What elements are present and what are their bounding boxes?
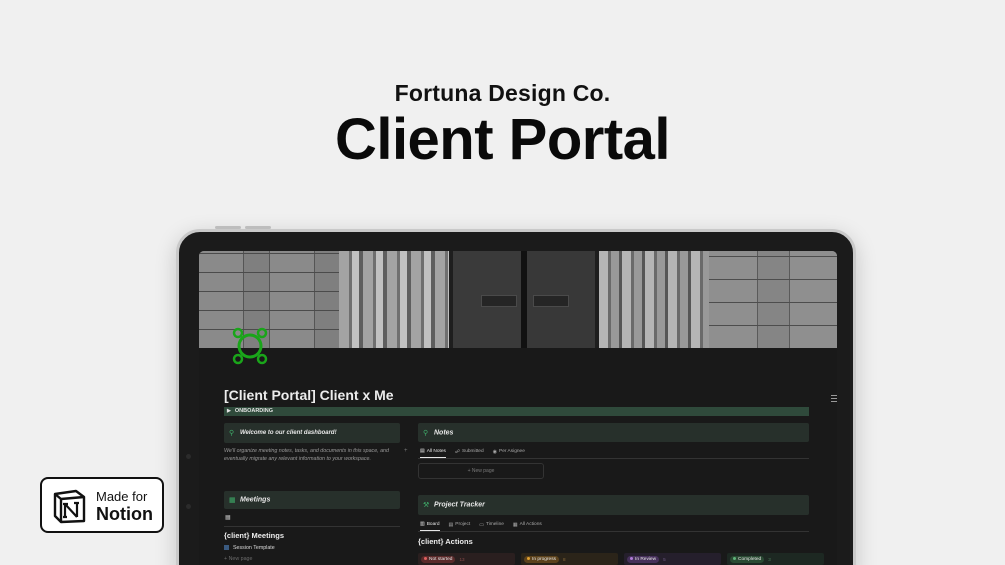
- user-circle-icon: ◉: [492, 448, 497, 455]
- notes-new-page-button[interactable]: + New page: [418, 463, 544, 479]
- tablet-top-button: [215, 226, 241, 229]
- badge-line-2: Notion: [96, 504, 153, 524]
- welcome-callout: ⚲ Welcome to our client dashboard!: [224, 423, 400, 443]
- badge-line-1: Made for: [96, 489, 148, 504]
- tab-all-notes[interactable]: ▤ All Notes: [420, 448, 446, 458]
- tab-submitted[interactable]: ☍ Submitted: [455, 448, 484, 458]
- welcome-heading: Welcome to our client dashboard!: [240, 430, 337, 436]
- tracker-heading: Project Tracker: [434, 501, 485, 509]
- board-icon: ▥: [420, 521, 425, 527]
- board-status-columns: Not started 13 In progress 8 In Review 5…: [418, 553, 824, 565]
- tablet-camera-dot: [186, 454, 191, 459]
- tabs-divider: [418, 531, 809, 532]
- actions-db-title: {client} Actions: [418, 537, 473, 546]
- cover-image: [199, 251, 837, 348]
- main-title: Client Portal: [334, 107, 671, 172]
- page-title: [Client Portal] Client x Me: [224, 387, 394, 403]
- tablet-camera-dot: [186, 504, 191, 509]
- status-column-not-started[interactable]: Not started 13: [418, 553, 515, 565]
- tab-project[interactable]: ▤ Project: [449, 521, 471, 531]
- notes-heading: Notes: [434, 429, 454, 436]
- table-icon: ▤: [448, 521, 454, 528]
- notes-tabs: ▤ All Notes ☍ Submitted ◉ Per Asignee: [420, 448, 525, 458]
- status-column-in-progress[interactable]: In progress 8: [521, 553, 618, 565]
- hammer-icon: ⚒: [423, 502, 430, 509]
- scroll-handle[interactable]: [831, 395, 837, 407]
- tabs-divider: [418, 458, 809, 459]
- session-template-row[interactable]: Session Template: [224, 545, 275, 551]
- status-column-completed[interactable]: Completed 3: [727, 553, 824, 565]
- tab-per-asignee[interactable]: ◉ Per Asignee: [493, 448, 525, 458]
- toggle-triangle-icon[interactable]: ▶: [227, 408, 231, 414]
- tab-board[interactable]: ▥ Board: [420, 521, 440, 531]
- welcome-body: We'll organize meeting notes, tasks, and…: [224, 448, 389, 462]
- grid-icon: ▦: [512, 521, 518, 528]
- made-for-notion-badge: Made for Notion: [40, 477, 164, 533]
- notes-heading-callout: ⚲ Notes: [418, 423, 809, 442]
- tracker-tabs: ▥ Board ▤ Project ▭ Timeline ▦ All Actions: [420, 521, 542, 531]
- meetings-divider: [224, 526, 400, 527]
- notion-screen: [Client Portal] Client x Me ▶ ONBOARDING …: [199, 251, 837, 565]
- page-icon: [224, 545, 229, 551]
- pin-icon: ⚲: [423, 429, 429, 437]
- meetings-heading: Meetings: [240, 496, 271, 504]
- calendar-icon: ▦: [229, 497, 236, 504]
- status-column-in-review[interactable]: In Review 5: [624, 553, 721, 565]
- subtitle: Fortuna Design Co.: [394, 80, 611, 106]
- meetings-heading-callout: ▦ Meetings: [224, 491, 400, 509]
- onboarding-toggle[interactable]: ▶ ONBOARDING: [224, 407, 809, 416]
- tablet-top-button: [245, 226, 271, 229]
- tracker-heading-callout: ⚒ Project Tracker: [418, 495, 809, 515]
- meetings-db-title: {client} Meetings: [224, 531, 285, 540]
- pin-icon: ⚲: [229, 430, 235, 437]
- onboarding-label: ONBOARDING: [234, 408, 274, 414]
- add-block-icon[interactable]: +: [404, 448, 408, 454]
- fortuna-logo-icon: [232, 327, 268, 365]
- tablet-frame: [Client Portal] Client x Me ▶ ONBOARDING …: [176, 226, 856, 565]
- meetings-new-page-button[interactable]: + New page: [224, 556, 252, 562]
- person-icon: ☍: [454, 448, 461, 455]
- list-icon: ▤: [420, 448, 425, 454]
- notion-logo-icon: [53, 489, 86, 524]
- tab-timeline[interactable]: ▭ Timeline: [479, 521, 504, 531]
- timeline-icon: ▭: [479, 521, 484, 528]
- tab-all-actions[interactable]: ▦ All Actions: [513, 521, 542, 531]
- calendar-view-icon[interactable]: ▦: [225, 514, 231, 521]
